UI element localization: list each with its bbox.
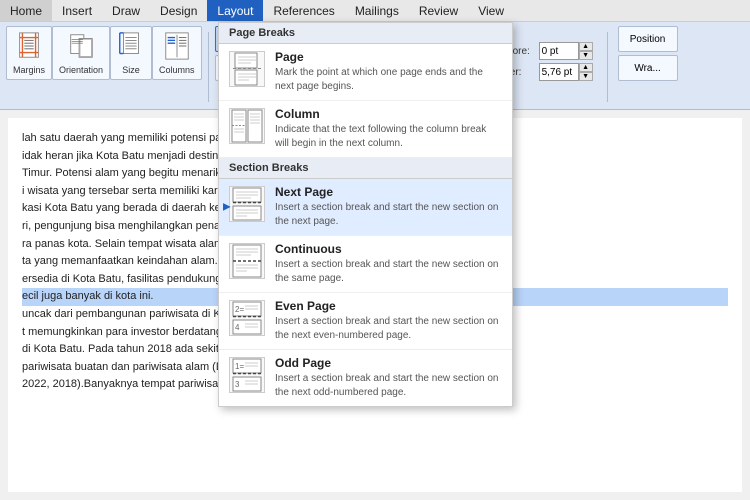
menu-draw[interactable]: Draw: [102, 0, 150, 21]
separator-3: [607, 32, 608, 102]
continuous-break-title: Continuous: [275, 242, 502, 256]
odd-page-break-content: Odd Page Insert a section break and star…: [275, 356, 502, 400]
break-odd-page-item[interactable]: 1= 3 Odd Page Insert a section break and…: [219, 350, 512, 406]
column-break-desc: Indicate that the text following the col…: [275, 123, 502, 151]
even-page-break-content: Even Page Insert a section break and sta…: [275, 299, 502, 343]
wrap-label: Wra...: [634, 63, 660, 74]
column-break-title: Column: [275, 107, 502, 121]
menu-view[interactable]: View: [468, 0, 514, 21]
column-break-content: Column Indicate that the text following …: [275, 107, 502, 151]
section-breaks-header: Section Breaks: [219, 158, 512, 179]
spacing-before-down[interactable]: ▼: [579, 51, 593, 60]
spacing-before-input[interactable]: [539, 42, 579, 60]
orientation-button[interactable]: Orientation: [52, 26, 110, 80]
columns-label: Columns: [159, 65, 195, 75]
page-break-desc: Mark the point at which one page ends an…: [275, 66, 502, 94]
menu-references[interactable]: References: [263, 0, 344, 21]
even-page-break-title: Even Page: [275, 299, 502, 313]
break-page-item[interactable]: Page Mark the point at which one page en…: [219, 44, 512, 101]
break-continuous-item[interactable]: Continuous Insert a section break and st…: [219, 236, 512, 293]
menu-layout[interactable]: Layout: [207, 0, 263, 21]
size-label: Size: [122, 65, 140, 75]
svg-text:4: 4: [235, 323, 240, 332]
breaks-dropdown: Page Breaks Page Mark the point at which…: [218, 22, 513, 407]
menubar: Home Insert Draw Design Layout Reference…: [0, 0, 750, 22]
menu-design[interactable]: Design: [150, 0, 207, 21]
spacing-after-input[interactable]: [539, 63, 579, 81]
continuous-break-content: Continuous Insert a section break and st…: [275, 242, 502, 286]
position-button[interactable]: Position: [618, 26, 678, 52]
page-break-content: Page Mark the point at which one page en…: [275, 50, 502, 94]
next-page-break-desc: Insert a section break and start the new…: [275, 201, 502, 229]
odd-page-break-title: Odd Page: [275, 356, 502, 370]
size-button[interactable]: Size: [110, 26, 152, 80]
column-break-icon: [229, 108, 265, 144]
break-next-page-item[interactable]: ▶ Next Page Insert a section break and s…: [219, 179, 512, 236]
separator-1: [208, 32, 209, 102]
next-page-break-content: Next Page Insert a section break and sta…: [275, 185, 502, 229]
svg-text:2=: 2=: [235, 305, 244, 314]
even-page-break-icon: 2= 4: [229, 300, 265, 336]
position-label: Position: [630, 34, 666, 45]
menu-mailings[interactable]: Mailings: [345, 0, 409, 21]
continuous-break-icon: [229, 243, 265, 279]
spacing-before-up[interactable]: ▲: [579, 42, 593, 51]
next-page-break-title: Next Page: [275, 185, 502, 199]
menu-home[interactable]: Home: [0, 0, 52, 21]
page-break-title: Page: [275, 50, 502, 64]
svg-text:3: 3: [235, 380, 240, 389]
svg-text:1=: 1=: [235, 362, 244, 371]
even-page-break-desc: Insert a section break and start the new…: [275, 315, 502, 343]
spacing-before-stepper[interactable]: ▲ ▼: [579, 42, 593, 60]
orientation-label: Orientation: [59, 65, 103, 75]
spacing-after-down[interactable]: ▼: [579, 72, 593, 81]
break-column-item[interactable]: Column Indicate that the text following …: [219, 101, 512, 158]
spacing-after-stepper[interactable]: ▲ ▼: [579, 63, 593, 81]
page-break-icon: [229, 51, 265, 87]
wrap-button[interactable]: Wra...: [618, 55, 678, 81]
margins-button[interactable]: Margins: [6, 26, 52, 80]
page-breaks-header: Page Breaks: [219, 23, 512, 44]
odd-page-break-icon: 1= 3: [229, 357, 265, 393]
next-page-break-icon: [229, 186, 265, 222]
margins-label: Margins: [13, 65, 45, 75]
break-even-page-item[interactable]: 2= 4 Even Page Insert a section break an…: [219, 293, 512, 350]
columns-button[interactable]: Columns: [152, 26, 202, 80]
odd-page-break-desc: Insert a section break and start the new…: [275, 372, 502, 400]
spacing-after-up[interactable]: ▲: [579, 63, 593, 72]
continuous-break-desc: Insert a section break and start the new…: [275, 258, 502, 286]
selected-arrow: ▶: [223, 202, 231, 213]
menu-review[interactable]: Review: [409, 0, 468, 21]
menu-insert[interactable]: Insert: [52, 0, 102, 21]
